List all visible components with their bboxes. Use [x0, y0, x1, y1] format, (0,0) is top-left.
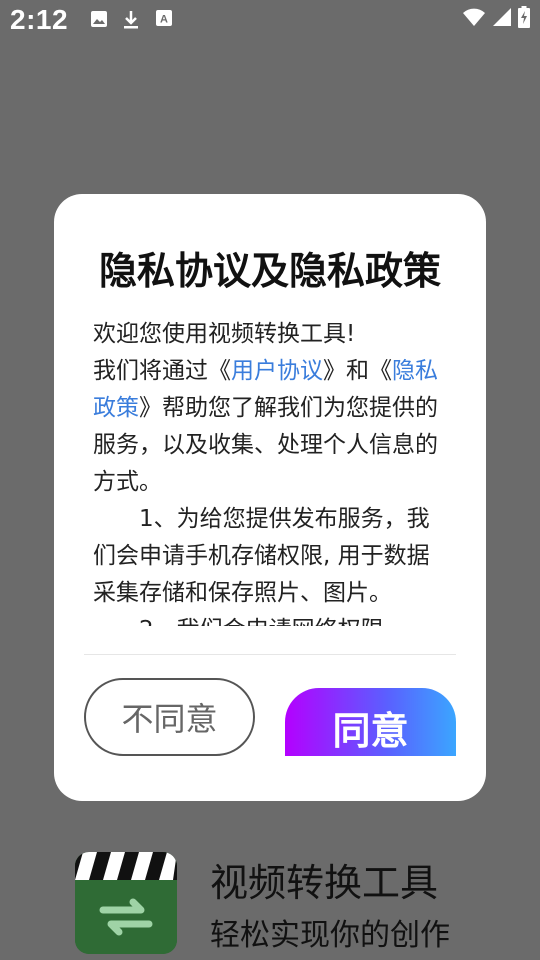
- permission-item-storage: 1、为给您提供发布服务，我们会申请手机存储权限, 用于数据采集存储和保存照片、图…: [93, 506, 430, 606]
- agree-button[interactable]: 同意: [285, 688, 456, 756]
- intro-text-middle: 》和《: [323, 358, 392, 384]
- permission-item-network: 2、我们会申请网络权限: [93, 612, 449, 626]
- download-icon: [124, 11, 138, 29]
- svg-text:A: A: [160, 14, 168, 26]
- intro-paragraph: 我们将通过《用户协议》和《隐私政策》帮助您了解我们为您提供的服务，以及收集、处理…: [93, 353, 449, 501]
- dialog-content[interactable]: 欢迎您使用视频转换工具! 我们将通过《用户协议》和《隐私政策》帮助您了解我们为您…: [93, 316, 449, 626]
- status-time: 2:12: [10, 4, 69, 35]
- wifi-icon: [463, 8, 485, 26]
- battery-icon: [518, 6, 530, 28]
- clapperboard-icon: [75, 852, 177, 954]
- disagree-button[interactable]: 不同意: [84, 678, 255, 756]
- app-name: 视频转换工具: [210, 861, 439, 905]
- status-right-icons: [462, 6, 530, 28]
- dialog-title: 隐私协议及隐私政策: [98, 249, 441, 293]
- intro-text-after: 》帮助您了解我们为您提供的服务，以及收集、处理个人信息的方式。: [93, 395, 438, 495]
- app-slogan: 轻松实现你的创作: [210, 918, 450, 953]
- signal-icon: [493, 8, 511, 26]
- app-logo: [75, 852, 177, 954]
- keyboard-icon: A: [156, 10, 172, 26]
- dialog-divider: [84, 654, 456, 655]
- welcome-text: 欢迎您使用视频转换工具!: [93, 321, 356, 347]
- user-agreement-link[interactable]: 用户协议: [231, 358, 323, 384]
- image-icon: [91, 11, 107, 27]
- intro-text-before: 我们将通过《: [93, 358, 231, 384]
- status-bar: 2:12 A: [0, 0, 540, 44]
